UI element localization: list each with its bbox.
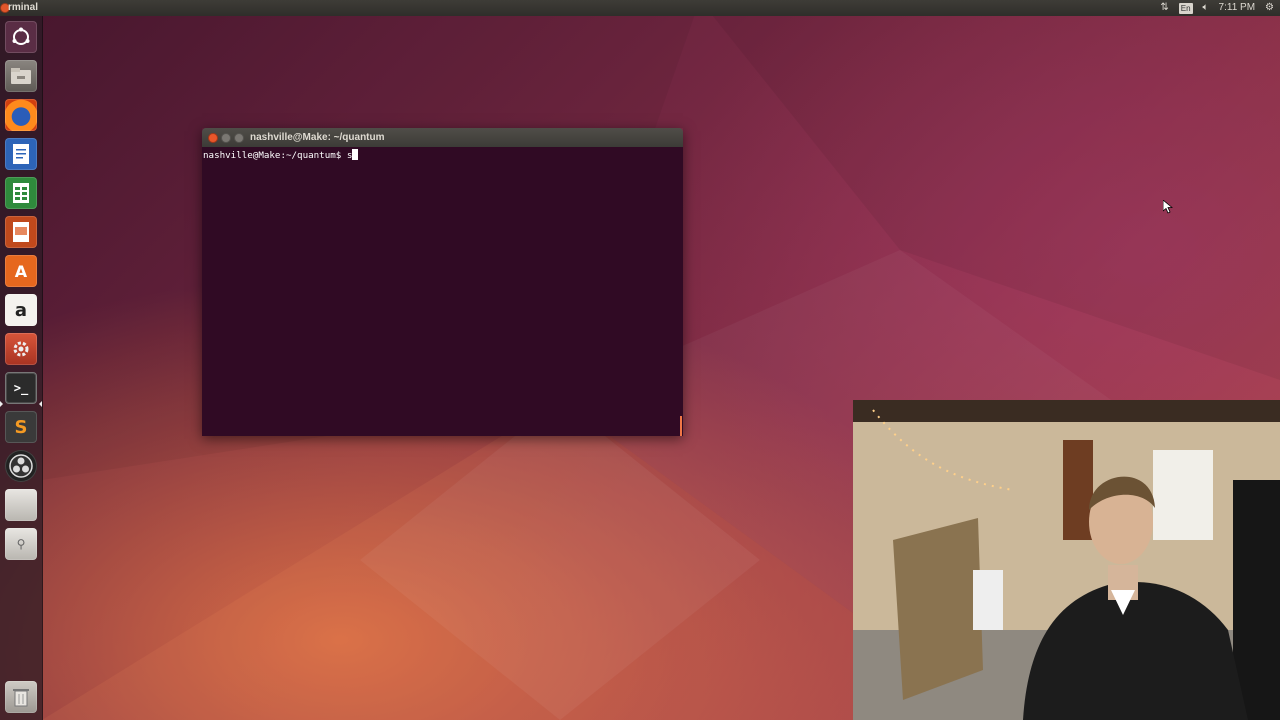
focused-indicator <box>39 401 42 407</box>
terminal-window[interactable]: nashville@Make: ~/quantum nashville@Make… <box>202 128 683 436</box>
indicator-area: ⇅ En 🔈︎ 7:11 PM ⚙ <box>1160 0 1274 16</box>
dash-home-icon[interactable] <box>5 21 37 53</box>
drive-icon[interactable] <box>5 489 37 521</box>
obs-studio-icon[interactable] <box>5 450 37 482</box>
libreoffice-writer-icon[interactable] <box>5 138 37 170</box>
clock[interactable]: 7:11 PM <box>1219 0 1256 16</box>
amazon-icon[interactable]: a <box>5 294 37 326</box>
libreoffice-impress-icon[interactable] <box>5 216 37 248</box>
files-icon[interactable] <box>5 60 37 92</box>
network-updown-icon[interactable]: ⇅ <box>1160 0 1168 16</box>
keyboard-layout-indicator[interactable]: En <box>1178 2 1193 14</box>
terminal-content[interactable]: nashville@Make:~/quantum$ s <box>202 147 683 436</box>
maximize-icon[interactable] <box>234 133 244 143</box>
terminal-titlebar[interactable]: nashville@Make: ~/quantum <box>202 128 683 147</box>
shell-prompt: nashville@Make:~/quantum$ <box>203 150 347 161</box>
minimize-icon[interactable] <box>221 133 231 143</box>
terminal-title: nashville@Make: ~/quantum <box>250 132 385 143</box>
software-center-icon[interactable]: A <box>5 255 37 287</box>
close-icon[interactable] <box>208 133 218 143</box>
mouse-pointer-icon <box>1163 200 1173 214</box>
terminal-icon[interactable]: >_ <box>5 372 37 404</box>
running-indicator <box>0 401 3 407</box>
usb-drive-icon[interactable]: ⚲ <box>5 528 37 560</box>
firefox-icon[interactable] <box>5 99 37 131</box>
gear-icon[interactable]: ⚙ <box>1265 0 1274 16</box>
libreoffice-calc-icon[interactable] <box>5 177 37 209</box>
unity-launcher: A a >_ S ⚲ <box>0 16 43 720</box>
webcam-overlay <box>853 400 1280 720</box>
top-panel: rminal ⇅ En 🔈︎ 7:11 PM ⚙ <box>0 0 1280 16</box>
terminal-scrollbar[interactable] <box>680 416 682 436</box>
active-app-title: rminal <box>8 2 39 13</box>
trash-icon[interactable] <box>5 681 37 713</box>
sublime-text-icon[interactable]: S <box>5 411 37 443</box>
text-cursor <box>352 149 359 160</box>
system-settings-icon[interactable] <box>5 333 37 365</box>
volume-icon[interactable]: 🔈︎ <box>1203 0 1209 16</box>
